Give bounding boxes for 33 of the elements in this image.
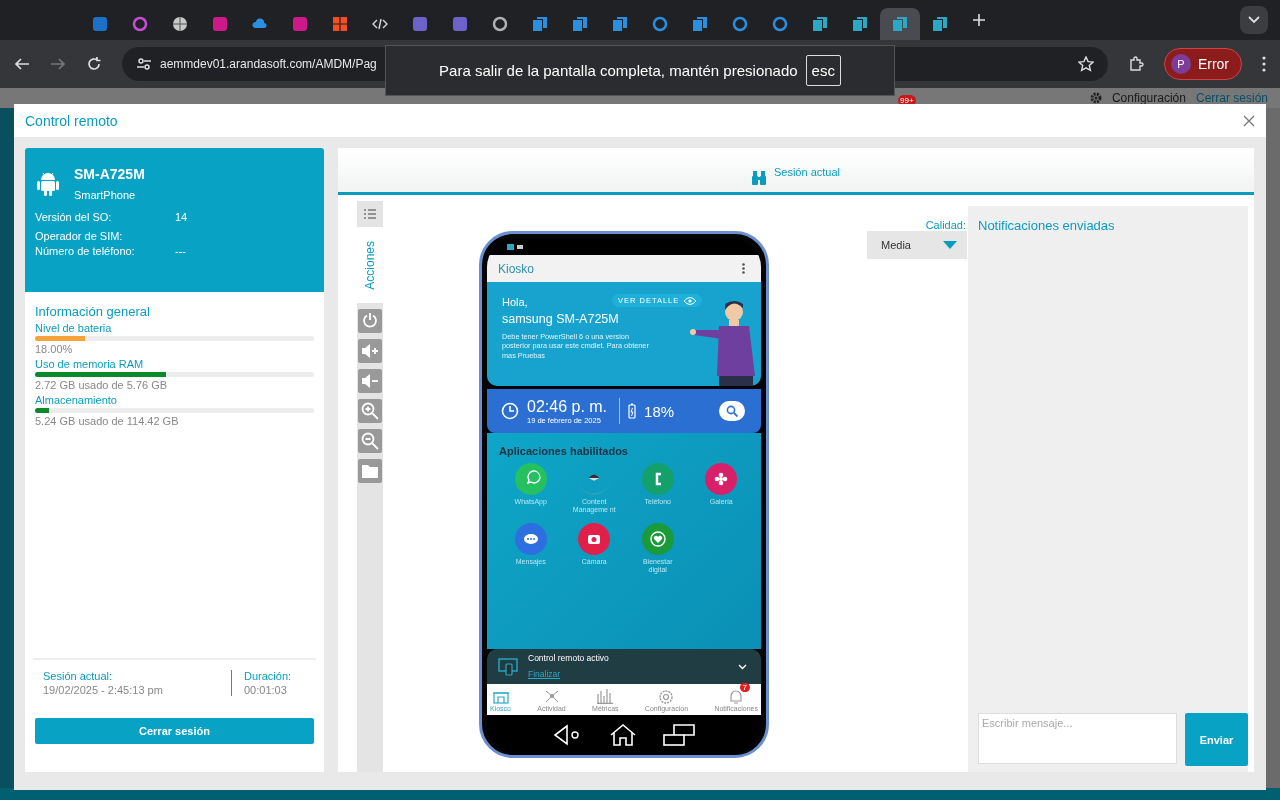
device-name: SM-A725M — [74, 166, 145, 182]
battery-text: 18% — [644, 402, 675, 420]
metric-label: Uso de memoria RAM — [35, 358, 145, 370]
duration-label: Duración: — [244, 670, 293, 682]
field-value: 14 — [175, 211, 189, 223]
section-title: Información general — [35, 304, 151, 319]
dialog-title: Control remoto — [25, 112, 118, 129]
avatar-initial: P — [1170, 54, 1191, 74]
metric-label: Nivel de bateria — [35, 322, 113, 334]
metric-value: 5.24 GB usado de 114.42 GB — [35, 415, 180, 427]
device-type: SmartPhone — [74, 189, 137, 201]
session-value: 19/02/2025 - 2:45:13 pm — [43, 684, 164, 696]
metric-value: 2.72 GB usado de 5.76 GB — [35, 379, 169, 391]
greeting: Hola, — [502, 296, 528, 308]
section-title: Aplicaciones habilitados — [499, 445, 629, 457]
metric-value: 18.00% — [35, 343, 74, 355]
duration-value: 00:01:03 — [244, 684, 288, 696]
remote-status: Control remoto activo — [528, 652, 609, 663]
panel-title: Notificaciones enviadas — [978, 218, 1116, 233]
field-label: Operador de SIM: — [35, 230, 124, 242]
badge: 7 — [739, 682, 750, 692]
app-title: Kiosko — [498, 261, 535, 276]
field-label: Número de teléfono: — [35, 245, 136, 257]
device-greeting: samsung SM-A725M — [502, 312, 620, 326]
url-text: aemmdev01.arandasoft.com/AMDM/Pag — [160, 57, 377, 71]
time-text: 02:46 p. m. — [527, 397, 608, 416]
field-value: --- — [175, 245, 187, 257]
quality-label: Calidad: — [925, 219, 966, 231]
key-label: esc — [805, 55, 841, 86]
metric-label: Almacenamiento — [35, 394, 118, 406]
field-label: Versión del SO: — [35, 211, 113, 223]
notice-text: Para salir de la pantalla completa, mantén presionado — [439, 62, 798, 79]
session-label: Sesión actual: — [43, 670, 114, 682]
